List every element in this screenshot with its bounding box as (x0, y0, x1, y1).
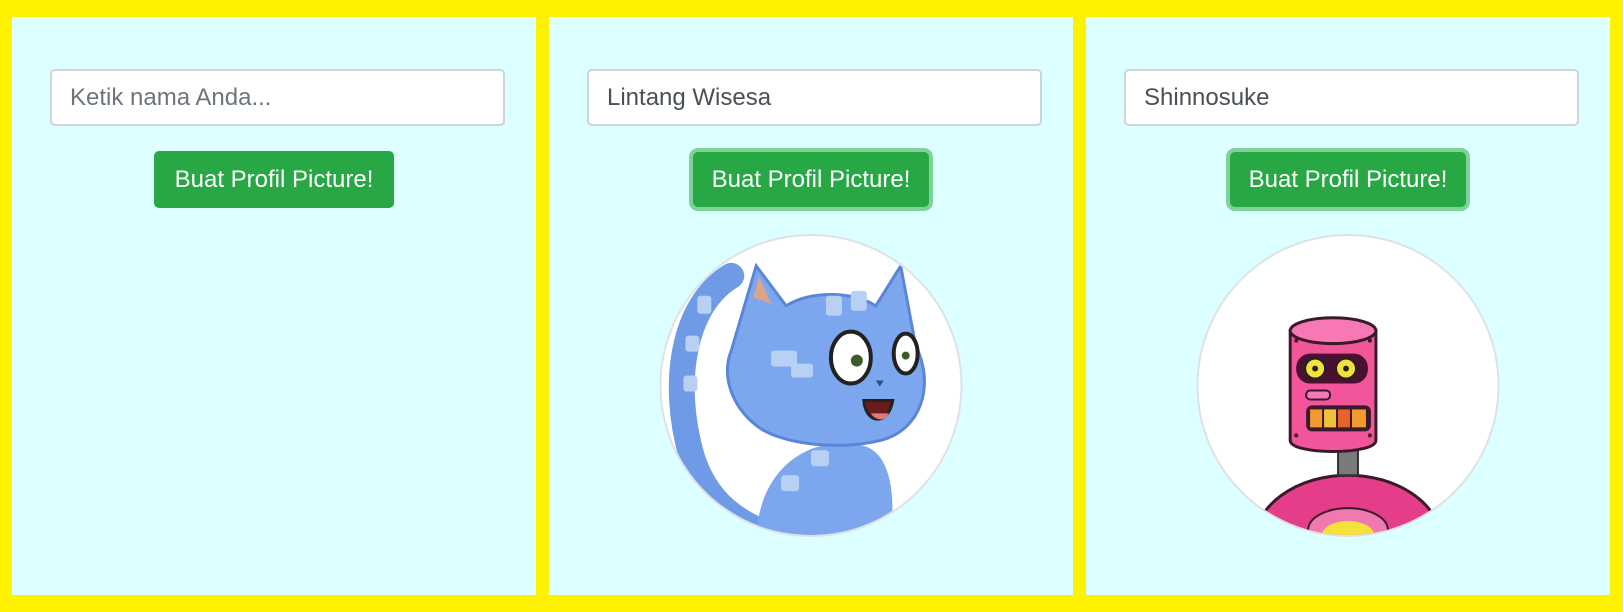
generate-profile-picture-button[interactable]: Buat Profil Picture! (154, 151, 394, 208)
profile-generator-panel-3: Buat Profil Picture! (1086, 17, 1610, 595)
profile-generator-panel-1: Buat Profil Picture! (12, 17, 536, 595)
name-input[interactable] (1124, 69, 1579, 126)
generate-profile-picture-button[interactable]: Buat Profil Picture! (1230, 152, 1466, 207)
blue-cat-avatar-icon (668, 261, 926, 535)
name-input[interactable] (587, 69, 1042, 126)
generate-profile-picture-button[interactable]: Buat Profil Picture! (693, 152, 929, 207)
profile-picture (659, 234, 963, 537)
pink-robot-avatar-icon (1252, 316, 1444, 535)
profile-generator-panel-2: Buat Profil Picture! (549, 17, 1073, 595)
name-input[interactable] (50, 69, 505, 126)
profile-picture (1196, 234, 1500, 537)
